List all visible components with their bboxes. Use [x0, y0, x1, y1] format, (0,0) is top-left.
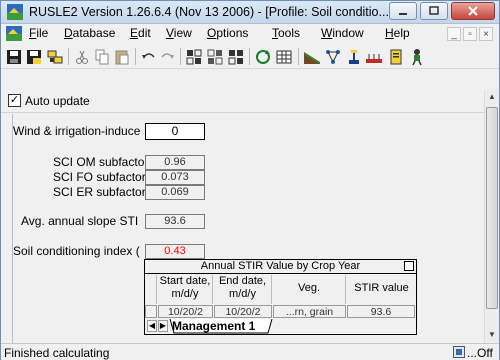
menu-bar: File Database Edit View Options Tools Wi… — [1, 24, 499, 44]
slope-icon[interactable] — [303, 48, 321, 66]
refresh-icon[interactable] — [254, 48, 272, 66]
close-icon — [468, 6, 478, 16]
sci-er-label: SCI ER subfactor — [53, 185, 146, 199]
col-header-stir-value[interactable]: STIR value — [347, 275, 416, 304]
toolbar-separator — [249, 48, 250, 65]
toolbar-separator — [298, 48, 299, 65]
scroll-up-icon[interactable]: ▲ — [485, 90, 499, 104]
sci-om-value: 0.96 — [145, 155, 205, 170]
minimize-icon — [399, 13, 407, 15]
stir-table-restore-button[interactable] — [404, 261, 414, 271]
copy-icon[interactable] — [93, 48, 111, 66]
toolbar-separator — [68, 48, 69, 65]
person-icon[interactable] — [408, 48, 426, 66]
tillage-icon[interactable] — [365, 48, 383, 66]
table-cell-end-date: 10/20/2 — [214, 305, 272, 318]
table-cell-stir-value: 93.6 — [347, 305, 415, 318]
close-button[interactable] — [451, 2, 495, 20]
grid1-icon[interactable] — [185, 48, 203, 66]
scroll-thumb[interactable] — [486, 107, 498, 309]
paste-icon[interactable] — [113, 48, 131, 66]
menu-view[interactable]: View — [166, 26, 192, 40]
tab-management-1[interactable]: Management 1 — [172, 319, 255, 333]
document-icon[interactable] — [6, 26, 22, 41]
menu-help[interactable]: Help — [385, 26, 410, 40]
grid2-icon[interactable] — [206, 48, 224, 66]
sci-er-value: 0.069 — [145, 185, 205, 200]
cut-icon[interactable] — [73, 48, 91, 66]
scroll-down-icon[interactable]: ▼ — [485, 328, 499, 342]
avg-stir-label: Avg. annual slope STI — [21, 214, 139, 228]
window-title: RUSLE2 Version 1.26.6.4 (Nov 13 2006) - … — [29, 5, 389, 19]
toolbar-separator — [135, 48, 136, 65]
menu-tools[interactable]: Tools — [272, 26, 300, 40]
sci-om-label: SCI OM subfactor — [53, 155, 149, 169]
tab-prev-button[interactable]: ◀ — [147, 320, 157, 332]
status-right-text: ...Off — [467, 346, 493, 360]
link-icon[interactable] — [46, 48, 64, 66]
toolbar-separator — [180, 48, 181, 65]
table-cell-veg: ...rn, grain — [273, 305, 346, 318]
wind-irrigation-input[interactable]: 0 — [145, 123, 205, 140]
title-bar[interactable]: RUSLE2 Version 1.26.6.4 (Nov 13 2006) - … — [1, 1, 499, 24]
col-header-end-date[interactable]: End date, m/d/y — [214, 275, 272, 304]
maximize-icon — [429, 6, 439, 15]
auto-update-bar: ✓ Auto update — [1, 89, 499, 113]
menu-options[interactable]: Options — [207, 26, 248, 40]
row-selector[interactable] — [145, 305, 157, 318]
minimize-button[interactable] — [389, 2, 417, 20]
avg-stir-value: 93.6 — [145, 214, 205, 229]
sci-value: 0.43 — [145, 244, 205, 259]
tab-bar: ◀ ▶ Management 1 — [145, 319, 416, 334]
row-header-column — [145, 275, 157, 304]
menu-edit[interactable]: Edit — [130, 26, 151, 40]
app-icon — [7, 4, 23, 20]
undo-icon[interactable] — [140, 48, 158, 66]
col-header-veg[interactable]: Veg. — [273, 275, 346, 304]
status-bar: Finished calculating ...Off — [1, 343, 499, 360]
network-icon[interactable] — [324, 48, 342, 66]
vertical-scrollbar[interactable]: ▲ ▼ — [484, 90, 499, 343]
status-text: Finished calculating — [4, 346, 110, 360]
profile-content: Wind & irrigation-induce 0 SCI OM subfac… — [12, 114, 483, 343]
menu-database[interactable]: Database — [64, 26, 115, 40]
grid3-icon[interactable] — [227, 48, 245, 66]
col-header-start-date[interactable]: Start date, m/d/y — [158, 275, 213, 304]
redo-icon[interactable] — [158, 48, 176, 66]
tab-next-button[interactable]: ▶ — [158, 320, 168, 332]
auto-update-label: Auto update — [25, 94, 90, 108]
table-icon[interactable] — [275, 48, 293, 66]
toolbar — [1, 44, 499, 69]
mdi-close-button[interactable]: × — [479, 27, 493, 41]
stir-table-title: Annual STIR Value by Crop Year — [145, 260, 416, 274]
sci-label: Soil conditioning index ( — [13, 244, 140, 258]
clipboard-icon[interactable] — [387, 48, 405, 66]
mower-icon[interactable] — [345, 48, 363, 66]
mdi-restore-button[interactable]: ▫ — [463, 27, 477, 41]
status-indicator-icon — [453, 346, 465, 358]
save-icon[interactable] — [5, 48, 23, 66]
table-cell-start-date: 10/20/2 — [158, 305, 213, 318]
menu-file[interactable]: File — [29, 26, 48, 40]
save-as-icon[interactable] — [25, 48, 43, 66]
app-window: RUSLE2 Version 1.26.6.4 (Nov 13 2006) - … — [0, 0, 500, 360]
sci-fo-value: 0.073 — [145, 170, 205, 185]
sci-fo-label: SCI FO subfactor — [53, 170, 146, 184]
auto-update-checkbox[interactable]: ✓ — [8, 94, 21, 107]
maximize-button[interactable] — [420, 2, 448, 20]
mdi-minimize-button[interactable]: _ — [447, 27, 461, 41]
menu-window[interactable]: Window — [321, 26, 364, 40]
wind-irrigation-label: Wind & irrigation-induce — [13, 124, 141, 138]
stir-table: Annual STIR Value by Crop Year Start dat… — [144, 259, 417, 335]
